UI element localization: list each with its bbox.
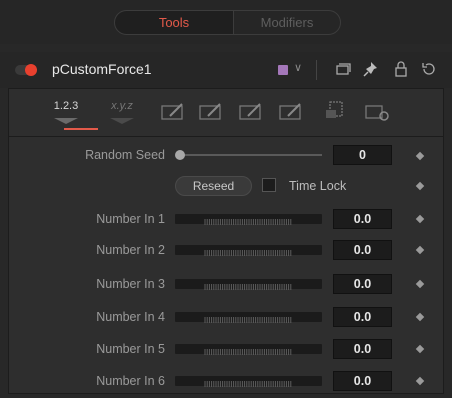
slider-ticks [204,349,292,355]
number-in-label: Number In 6 [96,374,165,388]
number-in-input[interactable]: 0.0 [333,274,392,294]
slider-ticks [204,219,292,225]
lock-icon[interactable] [392,60,410,78]
pin-icon[interactable] [362,60,380,78]
number-in-slider[interactable] [175,376,322,387]
tab-modifiers-label: Modifiers [260,15,314,30]
tab-points-base-icon [110,118,134,124]
edit-expression-icon[interactable] [198,100,226,122]
tab-tools-label: Tools [158,15,190,30]
reseed-button[interactable]: Reseed [175,176,252,196]
number-in-slider[interactable] [175,312,322,323]
tool-name: pCustomForce1 [52,61,152,77]
slider-ticks [204,250,292,256]
number-in-slider[interactable] [175,245,322,256]
slider-ticks [204,317,292,323]
number-in-slider[interactable] [175,214,322,225]
tab-row-divider [8,136,444,137]
slider-ticks [204,284,292,290]
number-in-input[interactable]: 0.0 [333,209,392,229]
tab-numbers-label: 1.2.3 [53,100,79,112]
tab-tools[interactable]: Tools [114,10,234,35]
tab-bar: Tools Modifiers [0,0,452,44]
random-seed-input[interactable]: 0 [333,145,392,165]
random-seed-slider-handle[interactable] [175,150,185,160]
collapse-panel-icon[interactable] [334,60,352,78]
number-in-input[interactable]: 0.0 [333,339,392,359]
tool-header: pCustomForce1 ∨ [0,52,452,88]
time-lock-checkbox[interactable] [262,178,276,192]
number-in-label: Number In 1 [96,212,165,226]
number-in-slider[interactable] [175,344,322,355]
tab-modifiers[interactable]: Modifiers [233,10,341,35]
reset-icon[interactable] [420,60,438,78]
number-in-label: Number In 4 [96,310,165,324]
tab-points-label: x.y.z [111,100,133,112]
number-in-slider[interactable] [175,279,322,290]
edit-expression-icon[interactable] [238,100,266,122]
header-divider [316,60,317,80]
number-in-label: Number In 5 [96,342,165,356]
slider-ticks [204,381,292,387]
color-swatch-icon[interactable] [278,65,288,75]
number-in-input[interactable]: 0.0 [333,307,392,327]
number-in-label: Number In 2 [96,243,165,257]
random-seed-label: Random Seed [85,148,165,162]
image-tab-icon[interactable] [324,100,352,122]
tab-points[interactable]: x.y.z [108,100,136,124]
edit-expression-icon[interactable] [160,100,188,122]
power-indicator [25,64,37,76]
random-seed-slider-track[interactable] [181,154,322,156]
number-in-input[interactable]: 0.0 [333,240,392,260]
settings-tab-icon[interactable] [364,100,392,122]
tab-numbers[interactable]: 1.2.3 [52,100,98,130]
power-toggle-icon[interactable] [15,64,37,76]
dropdown-chevron-icon[interactable]: ∨ [294,61,302,74]
time-lock-label: Time Lock [289,179,347,193]
tab-numbers-base-icon [54,118,78,124]
edit-expression-icon[interactable] [278,100,306,122]
number-in-input[interactable]: 0.0 [333,371,392,391]
number-in-label: Number In 3 [96,277,165,291]
active-tab-underline [64,128,98,130]
